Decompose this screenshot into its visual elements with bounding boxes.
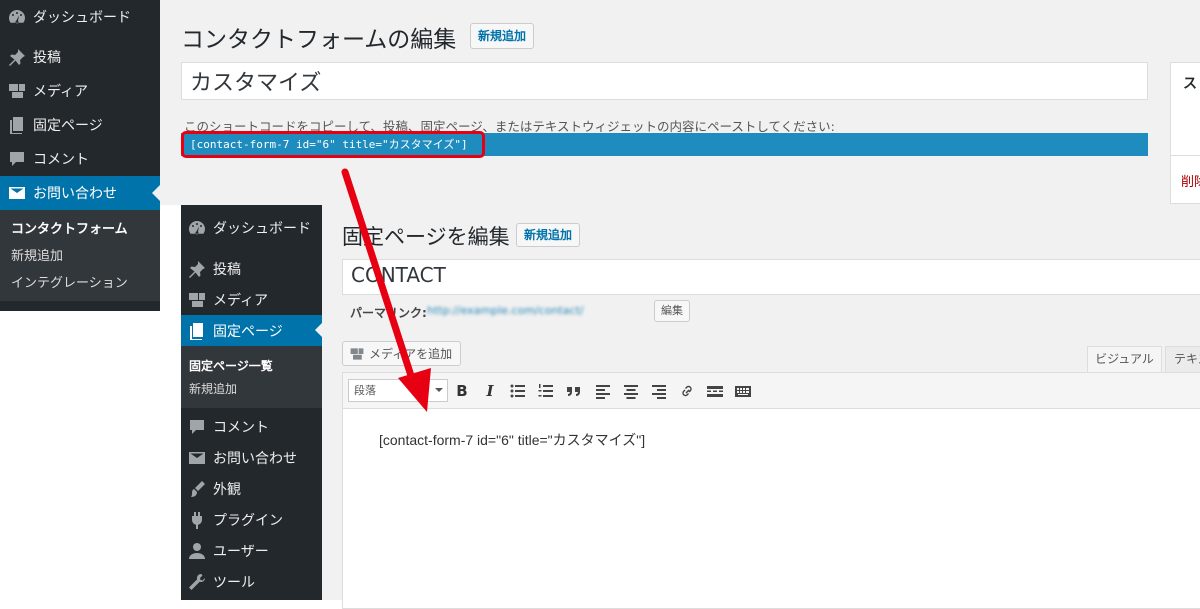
shortcode-highlight[interactable]: [contact-form-7 id="6" title="カスタマイズ"]: [181, 131, 485, 158]
plugin-icon: [187, 510, 207, 530]
tab-text[interactable]: テキスト: [1165, 346, 1200, 372]
bullet-list-icon[interactable]: [509, 382, 527, 400]
dashboard-icon: [7, 7, 27, 27]
add-new-button[interactable]: 新規追加: [470, 23, 535, 49]
sidebar-label: お問い合わせ: [213, 450, 297, 467]
add-new-button[interactable]: 新規追加: [516, 223, 581, 247]
sidebar-label: メディア: [33, 84, 89, 100]
tab-visual[interactable]: ビジュアル: [1087, 346, 1162, 372]
sidebar-item-tools[interactable]: ツール: [181, 566, 322, 597]
add-media-label: メディアを追加: [369, 347, 453, 361]
sidebar-item-posts[interactable]: 投稿: [0, 40, 160, 74]
sidebar-label: ダッシュボード: [33, 10, 131, 26]
more-tag-icon[interactable]: [706, 382, 724, 400]
contact-form-editor-screenshot: ダッシュボード 投稿 メディア 固定ページ コメント お問い合わせ コンタクトフ…: [0, 0, 1200, 311]
sidebar-submenu: 固定ページ一覧 新規追加: [181, 346, 322, 408]
sidebar-item-dashboard[interactable]: ダッシュボード: [0, 0, 160, 34]
submenu-item-add-new[interactable]: 新規追加: [0, 241, 160, 268]
page-icon: [7, 115, 27, 135]
italic-icon[interactable]: I: [481, 382, 499, 400]
submenu-item-contact-forms[interactable]: コンタクトフォーム: [0, 214, 160, 241]
delete-link[interactable]: 削除: [1181, 171, 1200, 190]
editor-content-area[interactable]: [contact-form-7 id="6" title="カスタマイズ"]: [342, 409, 1200, 609]
admin-sidebar: ダッシュボード 投稿 メディア 固定ページ コメント お問い合わせ コンタクトフ…: [0, 0, 160, 311]
mail-icon: [187, 448, 207, 468]
sidebar-item-plugins[interactable]: プラグイン: [181, 504, 322, 535]
sidebar-item-comments[interactable]: コメント: [0, 142, 160, 176]
sidebar-label: メディア: [213, 292, 269, 309]
link-icon[interactable]: [678, 382, 696, 400]
dashboard-icon: [187, 218, 207, 238]
wrench-icon: [187, 572, 207, 592]
page-title: コンタクトフォームの編集: [181, 27, 457, 53]
submenu-item-integration[interactable]: インテグレーション: [0, 268, 160, 295]
sidebar-label: お問い合わせ: [33, 186, 117, 202]
page-editor-screenshot: ダッシュボード 投稿 メディア 固定ページ 固定ページ一覧 新規追加 コメント …: [181, 205, 1200, 609]
sidebar-label: コメント: [33, 152, 89, 168]
sidebar-submenu: コンタクトフォーム 新規追加 インテグレーション: [0, 210, 160, 301]
sidebar-item-pages[interactable]: 固定ページ: [0, 108, 160, 142]
sidebar-label: 固定ページ: [213, 323, 283, 340]
editor-toolbar: 段落 B I: [342, 372, 1200, 409]
comment-icon: [7, 149, 27, 169]
editor-shortcode-text: [contact-form-7 id="6" title="カスタマイズ"]: [379, 432, 646, 448]
divider: [1171, 155, 1200, 156]
sidebar-label: 投稿: [33, 50, 61, 66]
align-left-icon[interactable]: [594, 382, 612, 400]
brush-icon: [187, 479, 207, 499]
align-right-icon[interactable]: [650, 382, 668, 400]
comment-icon: [187, 417, 207, 437]
submenu-item-all-pages[interactable]: 固定ページ一覧: [181, 354, 322, 377]
sidebar-item-posts[interactable]: 投稿: [181, 253, 322, 284]
chevron-down-icon: [435, 388, 443, 396]
media-icon: [7, 81, 27, 101]
sidebar-item-contact[interactable]: お問い合わせ: [181, 442, 322, 473]
submenu-item-add-new[interactable]: 新規追加: [181, 377, 322, 400]
sidebar-label: ダッシュボード: [213, 220, 311, 237]
media-icon: [187, 290, 207, 310]
quote-icon[interactable]: [565, 382, 583, 400]
status-box-heading: ス: [1183, 76, 1197, 92]
page-icon: [187, 321, 207, 341]
media-icon: [349, 346, 365, 362]
form-title-input[interactable]: カスタマイズ: [181, 62, 1148, 100]
sidebar-label: コメント: [213, 419, 269, 436]
sidebar-item-media[interactable]: メディア: [181, 284, 322, 315]
sidebar-item-appearance[interactable]: 外観: [181, 473, 322, 504]
page-title: 固定ページを編集: [342, 225, 510, 249]
sidebar-item-comments[interactable]: コメント: [181, 411, 322, 442]
format-select-value: 段落: [354, 384, 376, 397]
bold-icon[interactable]: B: [453, 382, 471, 400]
sidebar-label: プラグイン: [213, 512, 283, 529]
sidebar-item-users[interactable]: ユーザー: [181, 535, 322, 566]
pin-icon: [187, 259, 207, 279]
user-icon: [187, 541, 207, 561]
admin-sidebar: ダッシュボード 投稿 メディア 固定ページ 固定ページ一覧 新規追加 コメント …: [181, 205, 322, 600]
sidebar-label: ユーザー: [213, 543, 269, 560]
pin-icon: [7, 47, 27, 67]
sidebar-label: 外観: [213, 481, 241, 498]
sidebar-label: 固定ページ: [33, 118, 103, 134]
add-media-button[interactable]: メディアを追加: [342, 341, 462, 366]
sidebar-item-pages[interactable]: 固定ページ: [181, 315, 322, 346]
page-title-input[interactable]: CONTACT: [342, 259, 1200, 295]
status-box: ス 削除: [1170, 62, 1200, 204]
mail-icon: [7, 183, 27, 203]
permalink-edit-button[interactable]: 編集: [654, 300, 690, 322]
sidebar-label: ツール: [213, 574, 255, 591]
permalink-label: パーマリンク:: [350, 306, 427, 320]
sidebar-label: 投稿: [213, 261, 241, 278]
sidebar-item-dashboard[interactable]: ダッシュボード: [181, 212, 322, 243]
format-select[interactable]: 段落: [348, 379, 448, 402]
sidebar-item-contact[interactable]: お問い合わせ: [0, 176, 160, 210]
sidebar-item-media[interactable]: メディア: [0, 74, 160, 108]
numbered-list-icon[interactable]: [537, 382, 555, 400]
toolbar-toggle-icon[interactable]: [734, 382, 752, 400]
permalink-url[interactable]: http://example.com/contact/: [427, 304, 584, 317]
align-center-icon[interactable]: [622, 382, 640, 400]
